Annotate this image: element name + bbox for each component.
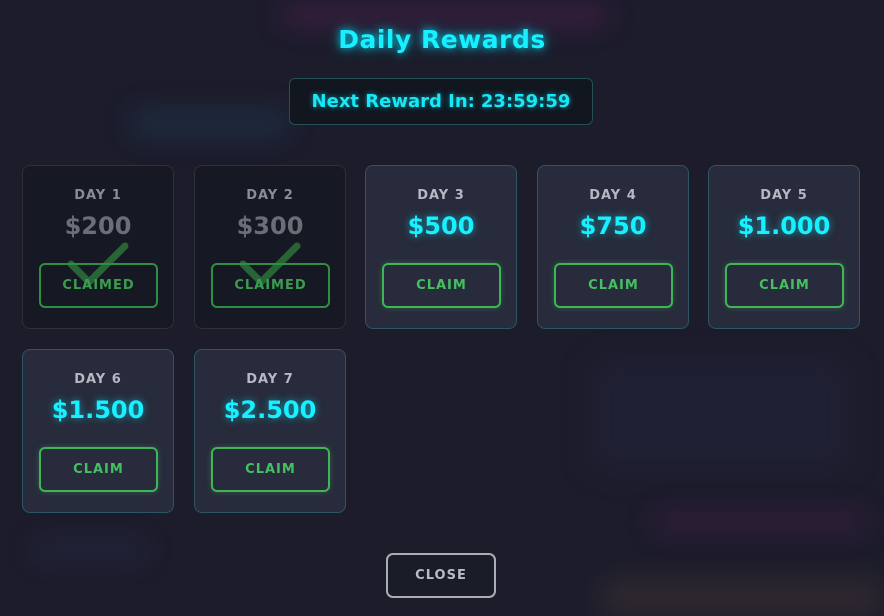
reward-amount: $750	[579, 212, 647, 240]
claim-button-day-6[interactable]: CLAIM	[39, 447, 158, 492]
reward-amount: $300	[236, 212, 304, 240]
next-reward-timer: Next Reward In: 23:59:59	[289, 78, 593, 125]
page-title: Daily Rewards	[338, 25, 546, 54]
claim-button-day-7[interactable]: CLAIM	[211, 447, 330, 492]
claim-button-day-5[interactable]: CLAIM	[725, 263, 844, 308]
reward-day-label: DAY 5	[760, 188, 808, 203]
claim-button-day-3[interactable]: CLAIM	[382, 263, 501, 308]
claimed-button: CLAIMED	[211, 263, 330, 308]
reward-amount: $1.000	[737, 212, 831, 240]
reward-amount: $1.500	[51, 396, 145, 424]
reward-amount: $500	[407, 212, 475, 240]
reward-card-day-6: DAY 6 $1.500 CLAIM	[22, 349, 174, 513]
reward-card-day-4: DAY 4 $750 CLAIM	[537, 165, 689, 329]
claimed-button: CLAIMED	[39, 263, 158, 308]
reward-card-day-3: DAY 3 $500 CLAIM	[365, 165, 517, 329]
background-glow	[600, 580, 884, 616]
reward-day-label: DAY 7	[246, 372, 294, 387]
reward-day-label: DAY 3	[417, 188, 465, 203]
reward-day-label: DAY 2	[246, 188, 294, 203]
timer-label: Next Reward In:	[311, 91, 475, 112]
reward-day-label: DAY 6	[74, 372, 122, 387]
reward-day-label: DAY 4	[589, 188, 637, 203]
background-glow	[650, 510, 870, 534]
reward-day-label: DAY 1	[74, 188, 122, 203]
reward-card-day-5: DAY 5 $1.000 CLAIM	[708, 165, 860, 329]
background-glow	[30, 540, 150, 560]
reward-card-day-1: DAY 1 $200 CLAIMED	[22, 165, 174, 329]
close-button[interactable]: CLOSE	[386, 553, 496, 598]
claim-button-day-4[interactable]: CLAIM	[554, 263, 673, 308]
reward-amount: $200	[64, 212, 132, 240]
background-glow	[280, 6, 610, 24]
reward-card-day-2: DAY 2 $300 CLAIMED	[194, 165, 346, 329]
background-glow	[130, 110, 290, 136]
background-glow	[590, 360, 850, 470]
timer-value: 23:59:59	[480, 91, 571, 112]
reward-card-day-7: DAY 7 $2.500 CLAIM	[194, 349, 346, 513]
reward-amount: $2.500	[223, 396, 317, 424]
